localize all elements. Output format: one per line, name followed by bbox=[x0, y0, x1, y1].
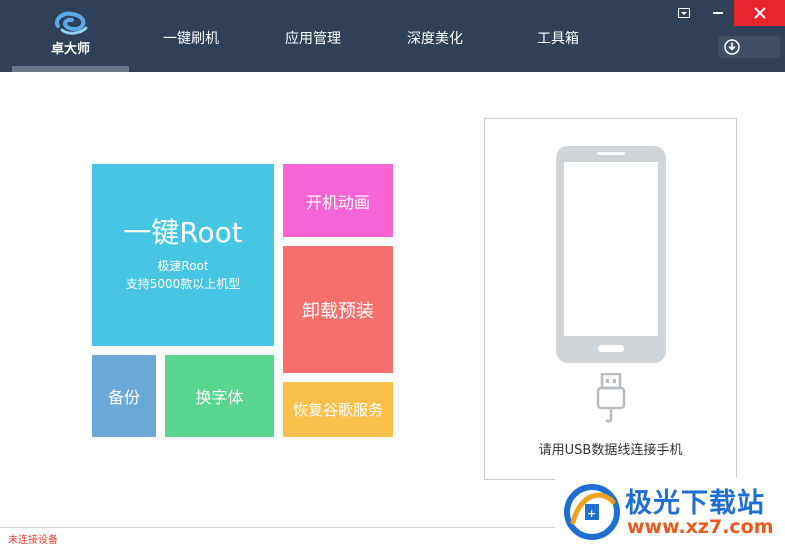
minimize-icon bbox=[713, 12, 723, 14]
root-tile-title: 一键Root bbox=[123, 216, 243, 249]
active-tab-indicator bbox=[12, 66, 129, 72]
watermark-title: 极光下载站 bbox=[625, 488, 765, 519]
close-button[interactable] bbox=[734, 0, 785, 26]
uninstall-preinstalled-tile[interactable]: 卸载预装 bbox=[283, 246, 393, 373]
restore-google-services-tile[interactable]: 恢复谷歌服务 bbox=[283, 382, 393, 437]
app-window: 卓大师 一键刷机 应用管理 深度美化 工具箱 一键Root 极速Root 支持5… bbox=[0, 0, 785, 547]
restore-google-label: 恢复谷歌服务 bbox=[292, 401, 383, 419]
nav-app-management[interactable]: 应用管理 bbox=[285, 28, 341, 48]
close-icon bbox=[753, 7, 766, 19]
root-tile-subtitle-1: 极速Root bbox=[157, 259, 209, 273]
root-tile-subtitle-2: 支持5000款以上机型 bbox=[125, 277, 241, 291]
menu-button[interactable] bbox=[671, 0, 697, 26]
download-icon bbox=[724, 39, 740, 55]
minimize-button[interactable] bbox=[705, 0, 731, 26]
backup-label: 备份 bbox=[107, 388, 140, 407]
logo-icon bbox=[55, 11, 88, 35]
one-click-root-tile[interactable]: 一键Root 极速Root 支持5000款以上机型 bbox=[92, 164, 274, 346]
boot-animation-label: 开机动画 bbox=[305, 192, 370, 212]
menu-dropdown-icon bbox=[678, 8, 690, 18]
watermark-logo-icon: + bbox=[564, 484, 620, 540]
nav-toolbox[interactable]: 工具箱 bbox=[537, 28, 579, 48]
backup-tile[interactable]: 备份 bbox=[92, 355, 156, 437]
change-font-tile[interactable]: 换字体 bbox=[165, 355, 274, 437]
watermark: + 极光下载站 www.xz7.com bbox=[555, 478, 785, 547]
app-logo[interactable]: 卓大师 bbox=[12, 0, 129, 72]
title-bar: 卓大师 一键刷机 应用管理 深度美化 工具箱 bbox=[0, 0, 785, 72]
download-manager-button[interactable] bbox=[718, 36, 780, 58]
boot-animation-tile[interactable]: 开机动画 bbox=[283, 164, 393, 237]
device-connect-panel: 请用USB数据线连接手机 bbox=[484, 118, 737, 480]
connect-hint-text: 请用USB数据线连接手机 bbox=[538, 443, 683, 458]
connection-status: 未连接设备 bbox=[8, 535, 58, 546]
uninstall-preinstalled-label: 卸载预装 bbox=[302, 300, 374, 322]
phone-icon bbox=[556, 146, 666, 363]
svg-text:+: + bbox=[587, 507, 596, 520]
nav-deep-beautify[interactable]: 深度美化 bbox=[407, 28, 463, 48]
watermark-url: www.xz7.com bbox=[627, 516, 774, 538]
change-font-label: 换字体 bbox=[195, 388, 244, 407]
usb-cable-icon bbox=[596, 373, 626, 423]
logo-text: 卓大师 bbox=[50, 42, 90, 57]
nav-one-click-flash[interactable]: 一键刷机 bbox=[163, 28, 219, 48]
